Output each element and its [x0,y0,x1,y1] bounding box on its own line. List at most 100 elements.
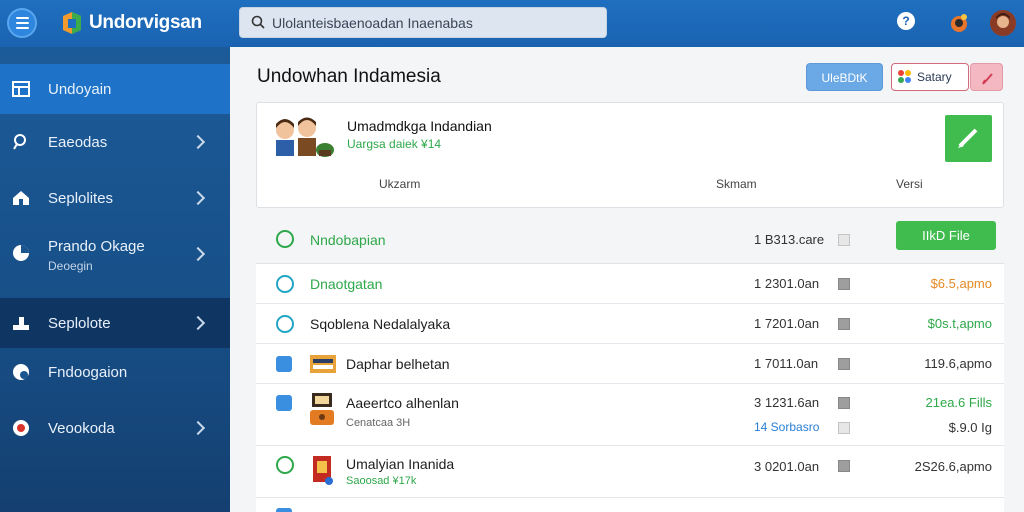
file-icon [838,318,850,330]
row-date: 1 7201.0an [754,316,820,331]
table-row[interactable]: Aaeertco alhenlan Cenatcaa 3H 3 1231.6an… [256,384,1004,446]
pencil-icon [982,73,993,85]
column-header[interactable]: Skmam [716,177,757,191]
edit-action-button[interactable] [945,115,992,162]
row-date: 1 B313.care [754,232,825,247]
checkbox[interactable] [276,508,292,512]
search-icon [251,15,265,29]
main-content: Undowhan Indamesia UleBDtK Satary Umadmd… [230,47,1024,512]
row-name: Sqoblena Nedalalyaka [310,316,451,332]
column-header[interactable]: Ukzarm [379,177,420,191]
row-size-secondary: $.9.0 Ig [948,420,992,435]
top-bar: Undorvigsan ? [0,0,1024,47]
page-title: Undowhan Indamesia [257,66,441,87]
sidebar-item-chart[interactable]: Prando Okage Deoegin [0,225,230,283]
row-size: $0s.t,apmo [927,316,992,331]
row-name: Aaeertco alhenlan [346,395,459,411]
sidebar-item-label: Seplolote [48,314,111,332]
file-icon [838,234,850,246]
app-title: Undorvigsan [89,12,202,33]
sidebar-item-hand[interactable]: Seplolote [0,298,230,348]
search-bar[interactable] [239,7,607,38]
sidebar-item-dashboard[interactable]: Undoyain [0,64,230,114]
chevron-right-icon [190,420,206,436]
file-icon [838,422,850,434]
row-name: Dnaotgatan [310,276,383,292]
card-subtitle: Uargsa daiek ¥14 [347,137,442,151]
checkbox[interactable] [276,356,292,372]
sidebar-item-label: Fndoogaion [48,363,128,381]
row-name: Umalyian Inanida [346,456,455,472]
status-check-icon [276,315,294,333]
table-row[interactable]: Daphar belhetan 1 7011.0an 119.6,apmo [256,344,1004,384]
row-size: 2S26.6,apmo [914,459,992,474]
table-row[interactable]: Nndobapian 1 B313.care [256,216,1004,264]
sidebar-item-search[interactable]: Eaeodas [0,117,230,167]
row-subtitle: Saoosad ¥17k [346,475,417,487]
file-button[interactable]: IIkD File [896,221,996,250]
edit-button[interactable] [970,63,1003,91]
chevron-right-icon [190,246,206,262]
sidebar-item-globe[interactable]: Fndoogaion [0,347,230,397]
user-avatar[interactable] [990,10,1016,36]
search-input[interactable] [272,12,592,34]
sidebar-item-sublabel: Deoegin [48,259,93,273]
chevron-right-icon [190,315,206,331]
book-thumbnail-icon [313,456,333,485]
notification-icon[interactable] [948,12,970,34]
row-size: 119.6,apmo [924,356,992,371]
row-date: 1 7011.0an [754,356,819,371]
chart-icon [13,245,29,261]
row-date: 1 2301.0an [754,276,820,291]
chevron-right-icon [190,134,206,150]
gallery-button-label: Satary [917,70,952,84]
file-icon [838,278,850,290]
row-name: Nndobapian [310,232,386,248]
sidebar-item-label: Seplolites [48,189,114,207]
row-subtitle: Cenatcaa 3H [346,417,411,429]
sidebar-item-label: Eaeodas [48,133,108,151]
sidebar-item-label: Undoyain [48,80,112,98]
sidebar: Undoyain Eaeodas Seplolites Prando Okage… [0,47,230,512]
gallery-button[interactable]: Satary [891,63,969,91]
globe-icon [13,364,29,380]
table-row[interactable]: Sqoblena Nedalalyaka 1 7201.0an $0s.t,ap… [256,304,1004,344]
row-date-secondary: 14 Sorbasro [754,420,820,434]
hand-icon [13,317,29,330]
badge-icon [13,420,29,436]
summary-card: Umadmdkga Indandian Uargsa daiek ¥14 Ukz… [256,102,1004,208]
status-check-icon [276,275,294,293]
help-icon[interactable]: ? [897,12,915,30]
sidebar-item-badge[interactable]: Veookoda [0,403,230,453]
row-date: 3 0201.0an [754,459,820,474]
file-icon [838,397,850,409]
file-icon [838,358,850,370]
row-name: Daphar belhetan [346,356,450,372]
row-date: 3 1231.6an [754,395,820,410]
status-check-icon [276,456,294,474]
sidebar-item-house[interactable]: Seplolites [0,173,230,223]
table-row[interactable]: Dnaotgatan 1 2301.0an $6.5,apmo [256,264,1004,304]
app-logo-icon [63,12,81,34]
row-size: 21ea.6 Fills [925,395,992,410]
sidebar-item-label: Veookoda [48,419,115,437]
house-icon [13,191,29,205]
chevron-right-icon [190,190,206,206]
table-icon [12,81,30,97]
primary-button[interactable]: UleBDtK [806,63,883,91]
card-title: Umadmdkga Indandian [347,118,492,134]
table-row[interactable]: Umalyian Inanida Saoosad ¥17k 3 0201.0an… [256,446,1004,498]
sidebar-item-label: Prando Okage [48,238,145,255]
checkbox[interactable] [276,395,292,411]
search-icon [13,134,26,150]
folder-thumbnail-icon [310,355,336,373]
device-thumbnail-icon [310,393,334,425]
table-row[interactable] [256,498,1004,512]
hamburger-menu-button[interactable] [7,8,37,38]
column-header[interactable]: Versi [896,177,923,191]
row-size: $6.5,apmo [930,276,992,291]
google-dots-icon [898,70,912,84]
status-check-icon [276,230,294,248]
pencil-icon [958,128,978,148]
file-icon [838,460,850,472]
